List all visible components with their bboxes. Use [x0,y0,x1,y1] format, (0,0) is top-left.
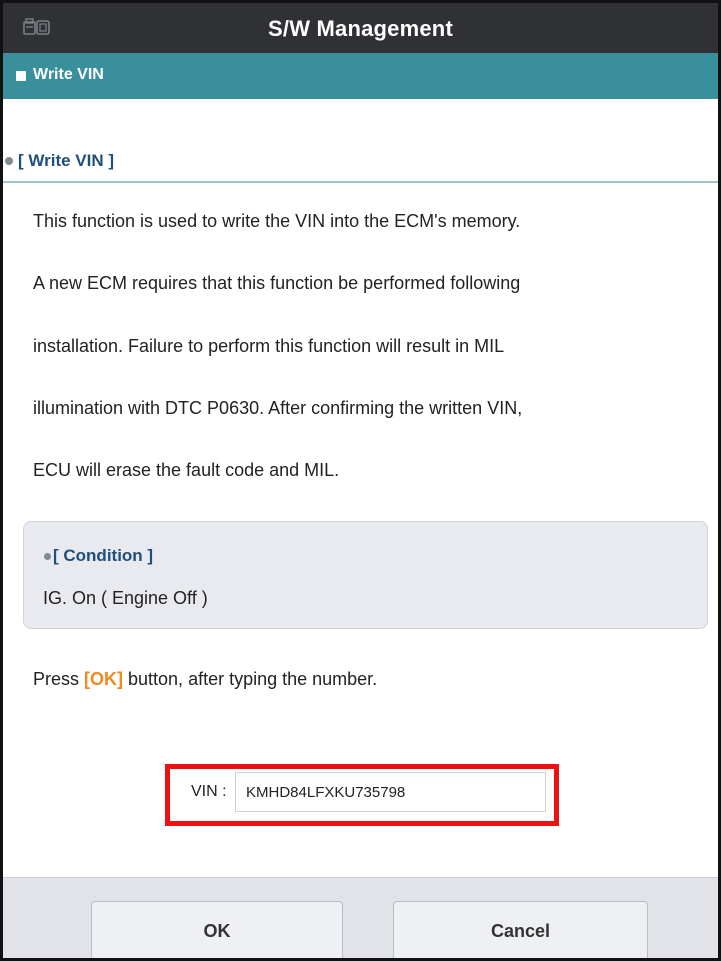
description-line: installation. Failure to perform this fu… [33,336,505,356]
title-bar: S/W Management [3,3,718,53]
condition-text: IG. On ( Engine Off ) [43,588,208,608]
vin-input[interactable] [235,772,546,812]
footer-bar: OK Cancel [3,877,718,958]
section-bar: Write VIN [3,53,718,99]
vin-label: VIN : [191,783,227,800]
section-square-icon [16,71,26,81]
instruction-suffix: button, after typing the number. [123,669,378,689]
description-line: This function is used to write the VIN i… [33,211,521,231]
description-line: A new ECM requires that this function be… [33,273,521,293]
subheader-title: [ Write VIN ] [18,151,115,170]
window-title: S/W Management [268,16,453,41]
ok-button[interactable]: OK [91,901,343,958]
condition-title: [ Condition ] [53,546,154,565]
bullet-icon [5,157,13,165]
bullet-icon [44,553,51,560]
app-screen: S/W Management Write VIN [ Write VIN ] T… [0,0,721,961]
description-line: illumination with DTC P0630. After confi… [33,398,523,418]
ok-key-highlight: [OK] [84,669,124,689]
condition-box: [ Condition ] IG. On ( Engine Off ) [23,521,708,629]
section-label: Write VIN [33,66,104,83]
instruction-prefix: Press [33,669,85,689]
description-line: ECU will erase the fault code and MIL. [33,460,340,480]
cancel-button[interactable]: Cancel [393,901,648,958]
subheader: [ Write VIN ] [3,143,718,183]
instruction-text: Press [OK] button, after typing the numb… [33,669,377,690]
